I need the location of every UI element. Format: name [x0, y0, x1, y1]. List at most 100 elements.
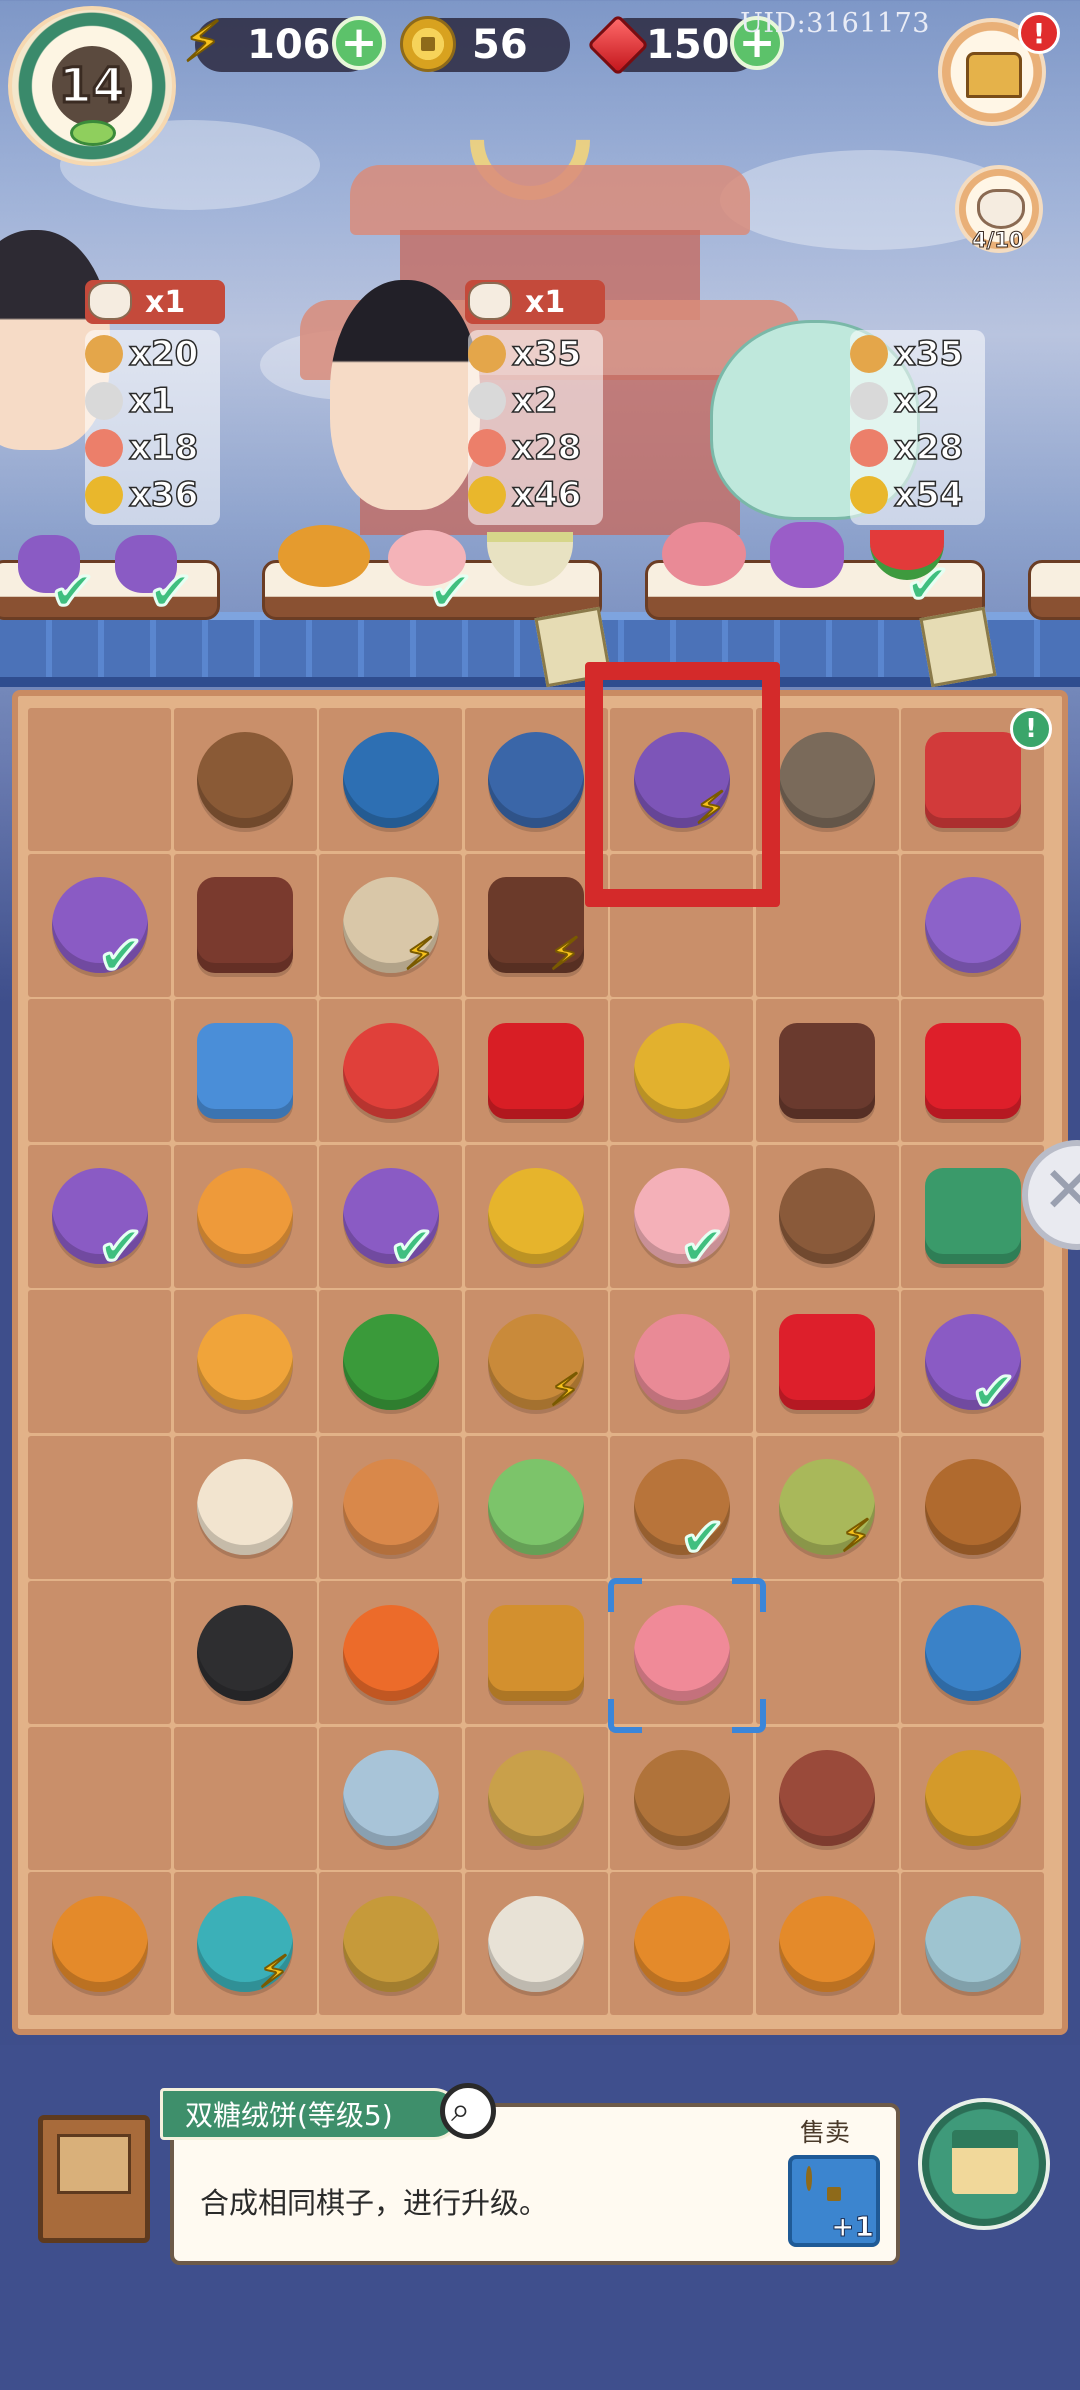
sell-button[interactable]: +1: [788, 2155, 880, 2247]
check-icon: ✔: [48, 559, 96, 625]
sleeping-cat-icon[interactable]: [197, 731, 293, 828]
board-cell[interactable]: [28, 999, 171, 1142]
order-row: x18: [85, 424, 220, 471]
red-gem-icon[interactable]: [488, 1022, 584, 1119]
tea-pot-blue-icon[interactable]: [924, 1604, 1021, 1701]
customer-4-tray: [1028, 560, 1080, 620]
check-icon: ✔: [903, 552, 951, 618]
add-energy-button[interactable]: +: [332, 16, 386, 70]
bird-cage-icon[interactable]: [633, 1750, 730, 1846]
order-row: x35: [468, 330, 603, 377]
board-cell[interactable]: [173, 1726, 317, 1870]
cotton-bolls-icon[interactable]: [488, 1895, 584, 1992]
red-gems-icon[interactable]: [924, 1022, 1021, 1119]
blue-gem-icon[interactable]: [197, 1022, 293, 1119]
tuxedo-cat-icon[interactable]: [197, 1604, 293, 1701]
check-icon: ✔: [146, 559, 194, 625]
order-count: x46: [511, 474, 582, 516]
board-cell[interactable]: [28, 1435, 171, 1579]
wood-crate-icon[interactable]: [488, 1604, 584, 1701]
order-row: x2: [468, 377, 603, 424]
scissors-icon[interactable]: [488, 1459, 584, 1555]
flower-cake-icon: [662, 522, 746, 586]
energy-bolt-icon: ⚡: [403, 928, 436, 981]
watermelon-slice-icon[interactable]: [342, 1022, 439, 1119]
check-icon: ✔: [678, 1504, 726, 1570]
scissors-icon: [85, 381, 123, 420]
order-count: x35: [511, 333, 582, 375]
mooncake-icon: [850, 334, 888, 373]
scissors-icon: [468, 381, 506, 420]
scissors-icon: [850, 381, 888, 420]
fried-rice-icon[interactable]: [197, 1168, 293, 1264]
feather-icon[interactable]: [342, 1750, 439, 1846]
board-alert-badge: !: [1010, 708, 1052, 750]
shrine-icon: [966, 52, 1022, 98]
rooster-nest-icon[interactable]: [197, 1313, 293, 1410]
board-grid: ⚡ ✔ ⚡ ⚡ ✔ ✔ ✔ ⚡ ✔ ✔ ⚡ ⚡: [28, 708, 1052, 2018]
magnifier-icon: ⌕: [451, 2090, 471, 2130]
sell-value: +1: [831, 2210, 875, 2244]
flower-cake-icon[interactable]: [633, 1313, 730, 1410]
gold-flowers-icon[interactable]: [488, 1168, 584, 1264]
green-tin-icon[interactable]: [924, 1168, 1021, 1264]
cabinet-icon: [57, 2134, 131, 2194]
sell-label: 售卖: [800, 2118, 851, 2147]
palace-lantern-icon[interactable]: [633, 1895, 730, 1992]
fabric-roll-icon[interactable]: [924, 877, 1021, 973]
bronze-censer-icon[interactable]: [924, 1750, 1021, 1846]
order-count: x18: [128, 427, 199, 469]
board-cell[interactable]: [28, 1290, 171, 1433]
board-cell[interactable]: [28, 708, 171, 851]
pavilion-icon: [952, 2130, 1018, 2194]
coin-value: 56: [472, 22, 528, 68]
order-row: x1: [85, 377, 220, 424]
gold-coin-icon[interactable]: [633, 1022, 730, 1119]
board-cell[interactable]: [28, 1581, 171, 1724]
level-leaf-icon: [70, 120, 116, 146]
lotus-icon: [85, 428, 123, 467]
order-count: x28: [893, 427, 964, 469]
gem-value: 150: [646, 22, 730, 68]
check-icon: ✔: [96, 922, 144, 988]
coin-icon: [850, 475, 888, 514]
palace-lantern-icon[interactable]: [779, 1895, 875, 1992]
order-row: x36: [85, 471, 220, 518]
jade-ring-icon[interactable]: [924, 1895, 1021, 1992]
pavilion-button[interactable]: [918, 2098, 1050, 2230]
tea-cup-icon[interactable]: [342, 731, 439, 828]
bun-dumpling-icon[interactable]: [197, 1459, 293, 1555]
coin-icon: [806, 2166, 812, 2191]
item-name-ribbon: 双糖绒饼(等级5): [160, 2088, 460, 2140]
tray-box-icon[interactable]: [779, 1022, 875, 1119]
red-gems-pile-icon[interactable]: [779, 1313, 875, 1410]
energy-bolt-icon: ⚡: [258, 1946, 291, 1999]
bird-nest-egg-icon[interactable]: [779, 1168, 875, 1264]
coin-icon: [468, 475, 506, 514]
board-cell[interactable]: [755, 1581, 899, 1724]
mooncake-icon: [468, 334, 506, 373]
board-cell[interactable]: [28, 1726, 171, 1870]
item-name: 双糖绒饼(等级5): [185, 2099, 393, 2132]
storage-cabinet-button[interactable]: [38, 2115, 150, 2243]
tea-cup-blue-icon[interactable]: [488, 731, 584, 828]
magnify-search-button[interactable]: ⌕: [440, 2083, 496, 2139]
incense-pot-icon[interactable]: [924, 1459, 1021, 1555]
banknote-icon: [919, 606, 997, 688]
order-row: x2: [850, 377, 985, 424]
empty-nest-icon[interactable]: [779, 1750, 875, 1846]
wooden-box-icon[interactable]: [197, 877, 293, 973]
order-count: x36: [128, 474, 199, 516]
brush-roll-icon[interactable]: [342, 1895, 439, 1992]
red-tin-icon[interactable]: [924, 731, 1021, 828]
check-icon: ✔: [969, 1359, 1017, 1425]
palace-lantern-icon[interactable]: [51, 1895, 148, 1992]
brown-egg-icon[interactable]: [342, 1459, 439, 1555]
tabby-cat-icon[interactable]: [779, 731, 875, 828]
roast-chicken-icon: [278, 525, 370, 587]
order-count: x54: [893, 474, 964, 516]
watermelon-half-icon[interactable]: [342, 1313, 439, 1410]
brush-icon[interactable]: [488, 1750, 584, 1846]
red-lantern-icon[interactable]: [342, 1604, 439, 1701]
order-count: x20: [128, 333, 199, 375]
